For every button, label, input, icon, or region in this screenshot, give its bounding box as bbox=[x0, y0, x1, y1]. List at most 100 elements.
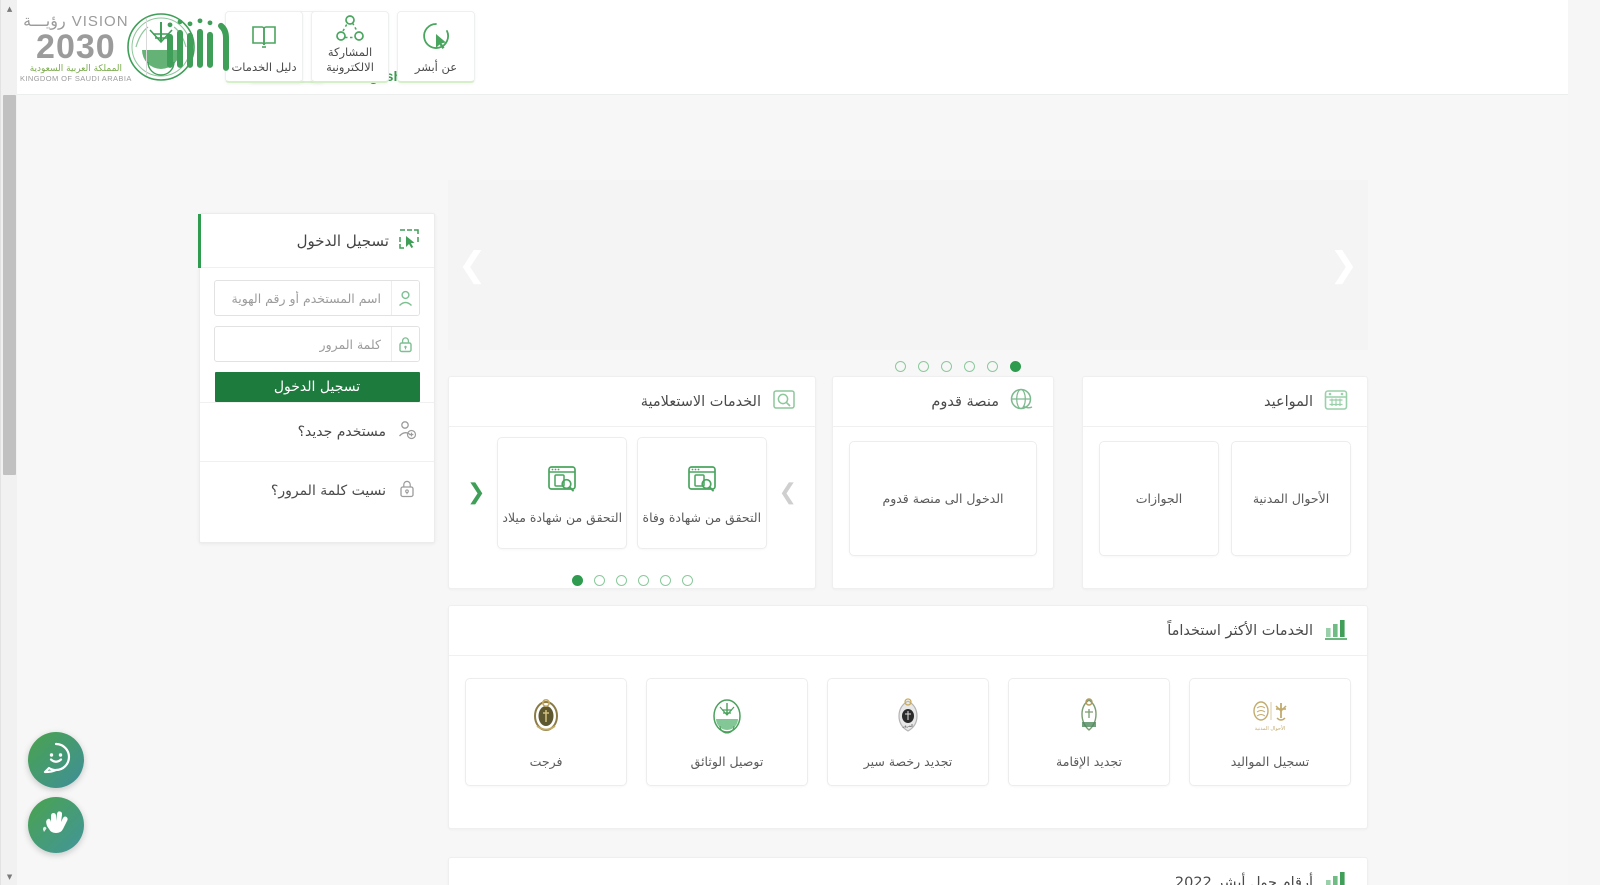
username-field-wrapper bbox=[214, 280, 420, 316]
login-submit-button[interactable]: تسجيل الدخول bbox=[214, 372, 420, 402]
service-tile-document-delivery[interactable]: توصيل الوثائق bbox=[646, 678, 808, 786]
bar-chart-icon bbox=[1323, 868, 1349, 885]
lock-key-icon bbox=[396, 478, 418, 504]
cursor-select-icon bbox=[398, 228, 420, 254]
new-user-link[interactable]: مستخدم جديد؟ bbox=[200, 402, 434, 461]
hero-prev-arrow[interactable]: ❮ bbox=[1330, 248, 1359, 282]
svg-text:الأحوال المدنية: الأحوال المدنية bbox=[1255, 725, 1286, 732]
vision-year: 2030 bbox=[36, 27, 116, 66]
carousel-dot[interactable] bbox=[918, 361, 929, 372]
search-doc-icon bbox=[771, 387, 797, 417]
tile-label: تجديد رخصة سير bbox=[863, 753, 953, 769]
share-network-icon bbox=[335, 12, 365, 45]
login-accent-bar bbox=[198, 214, 201, 268]
user-add-icon bbox=[396, 419, 418, 445]
absher-logo[interactable] bbox=[161, 16, 233, 78]
new-user-label: مستخدم جديد؟ bbox=[297, 424, 386, 440]
password-input[interactable] bbox=[215, 327, 391, 361]
tile-label: توصيل الوثائق bbox=[690, 753, 764, 769]
appointments-card-header: المواعيد bbox=[1083, 377, 1367, 427]
qadoom-platform-card: منصة قدوم الدخول الى منصة قدوم bbox=[832, 361, 1054, 589]
traffic-logo: المرور bbox=[886, 696, 930, 740]
cursor-circle-icon bbox=[421, 12, 451, 60]
tile-label: تجديد الإقامة bbox=[1056, 753, 1122, 769]
about-absher-button[interactable]: عن أبشر bbox=[397, 11, 475, 83]
service-tile-birth-registration[interactable]: الأحوال المدنية تسجيل المواليد bbox=[1189, 678, 1351, 786]
login-panel: تسجيل الدخول اسم المستخدم أو رقم الهوية … bbox=[198, 213, 435, 543]
chat-smiley-icon bbox=[38, 740, 74, 780]
document-search-icon bbox=[685, 462, 719, 500]
hero-next-arrow[interactable]: ❯ bbox=[458, 248, 487, 282]
carousel-dot[interactable] bbox=[895, 361, 906, 372]
moi-logo bbox=[705, 696, 749, 740]
carousel-dot[interactable] bbox=[659, 575, 671, 586]
vision-sub-arabic: المملكة العربية السعودية bbox=[29, 64, 123, 75]
username-input[interactable] bbox=[215, 281, 391, 315]
carousel-dot[interactable] bbox=[1010, 361, 1021, 372]
header-tools: عن أبشر المشاركة الالكترونية دليل الخدما… bbox=[225, 11, 475, 83]
most-used-title: الخدمات الأكثر استخداماً bbox=[1167, 622, 1313, 639]
inquiry-prev-arrow[interactable]: ❮ bbox=[465, 482, 487, 504]
vision-sub-english: KINGDOM OF SAUDI ARABIA bbox=[20, 74, 132, 84]
vision-latin: VISION bbox=[71, 12, 129, 30]
inquiry-next-arrow[interactable]: ❯ bbox=[777, 482, 799, 504]
scrollbar-thumb[interactable] bbox=[3, 95, 16, 475]
bar-chart-icon bbox=[1323, 616, 1349, 646]
carousel-dot[interactable] bbox=[637, 575, 649, 586]
chatbot-button[interactable] bbox=[28, 732, 84, 788]
forgot-password-link[interactable]: نسيت كلمة المرور؟ bbox=[200, 461, 434, 520]
tile-label: الدخول الى منصة قدوم bbox=[882, 491, 1004, 506]
scrollbar-up-arrow[interactable]: ▲ bbox=[1, 0, 18, 17]
scrollbar-down-arrow[interactable]: ▼ bbox=[1, 868, 18, 885]
appointments-title: المواعيد bbox=[1264, 393, 1313, 410]
civil-affairs-logo: الأحوال المدنية bbox=[1248, 696, 1292, 740]
jawazat-logo bbox=[1067, 696, 1111, 740]
inquiry-tile-birth-certificate[interactable]: التحقق من شهادة ميلاد bbox=[497, 437, 627, 549]
inquiry-tile-death-certificate[interactable]: التحقق من شهادة وفاة bbox=[637, 437, 767, 549]
statistics-card-header: أرقام حول أبشر 2022 bbox=[449, 858, 1367, 885]
document-search-icon bbox=[545, 462, 579, 500]
tile-label: تسجيل المواليد bbox=[1230, 753, 1310, 769]
carousel-dot[interactable] bbox=[593, 575, 605, 586]
appointment-tile-passports[interactable]: الجوازات bbox=[1099, 441, 1219, 556]
service-tile-renew-vehicle-license[interactable]: المرور تجديد رخصة سير bbox=[827, 678, 989, 786]
appointments-card-body: الأحوال المدنية الجوازات bbox=[1083, 427, 1367, 574]
services-guide-label: دليل الخدمات bbox=[231, 59, 297, 74]
forgot-password-label: نسيت كلمة المرور؟ bbox=[270, 483, 386, 499]
sign-language-button[interactable] bbox=[28, 797, 84, 853]
inquiry-card-body: ❯ التحقق من شهادة وفاة التحقق من شهادة م… bbox=[449, 427, 815, 567]
carousel-dot[interactable] bbox=[681, 575, 693, 586]
carousel-dot[interactable] bbox=[964, 361, 975, 372]
e-participation-label: المشاركة الالكترونية bbox=[326, 45, 374, 74]
appointment-tile-civil-affairs[interactable]: الأحوال المدنية bbox=[1231, 441, 1351, 556]
tile-label: الأحوال المدنية bbox=[1252, 491, 1330, 506]
calendar-icon bbox=[1323, 387, 1349, 417]
qadoom-enter-tile[interactable]: الدخول الى منصة قدوم bbox=[849, 441, 1037, 556]
carousel-dot[interactable] bbox=[987, 361, 998, 372]
hands-icon bbox=[39, 806, 73, 844]
login-title: تسجيل الدخول bbox=[296, 231, 389, 250]
tile-label: التحقق من شهادة ميلاد bbox=[502, 509, 623, 525]
services-guide-button[interactable]: دليل الخدمات bbox=[225, 11, 303, 83]
service-tile-renew-iqama[interactable]: تجديد الإقامة bbox=[1008, 678, 1170, 786]
about-absher-label: عن أبشر bbox=[414, 59, 458, 74]
vision-2030-logo[interactable]: VISION رؤيـــة 2030 المملكة العربية السع… bbox=[20, 11, 132, 83]
tile-label: التحقق من شهادة وفاة bbox=[642, 509, 762, 525]
tile-label: الجوازات bbox=[1135, 491, 1183, 506]
lock-icon bbox=[391, 327, 419, 361]
carousel-dot[interactable] bbox=[571, 575, 583, 586]
tile-label: فرجت bbox=[529, 753, 563, 769]
qadoom-carousel-dots bbox=[895, 361, 1021, 372]
brand-area: VISION رؤيـــة 2030 المملكة العربية السع… bbox=[20, 11, 233, 83]
service-tile-farjat[interactable]: فرجت bbox=[465, 678, 627, 786]
carousel-dot[interactable] bbox=[615, 575, 627, 586]
vertical-scrollbar[interactable]: ▲ ▼ bbox=[0, 0, 17, 885]
carousel-dot[interactable] bbox=[941, 361, 952, 372]
appointments-card: المواعيد الأحوال المدنية الجوازات bbox=[1082, 376, 1368, 589]
e-participation-button[interactable]: المشاركة الالكترونية bbox=[311, 11, 389, 83]
svg-text:المرور: المرور bbox=[902, 723, 914, 728]
page-content: ❮ ❯ المواعيد الأحوال المدنية الجوازات من… bbox=[0, 95, 1568, 885]
hero-carousel: ❮ ❯ bbox=[448, 180, 1368, 350]
qadoom-card-header: منصة قدوم bbox=[833, 377, 1053, 427]
inquiry-carousel-dots bbox=[449, 575, 815, 586]
